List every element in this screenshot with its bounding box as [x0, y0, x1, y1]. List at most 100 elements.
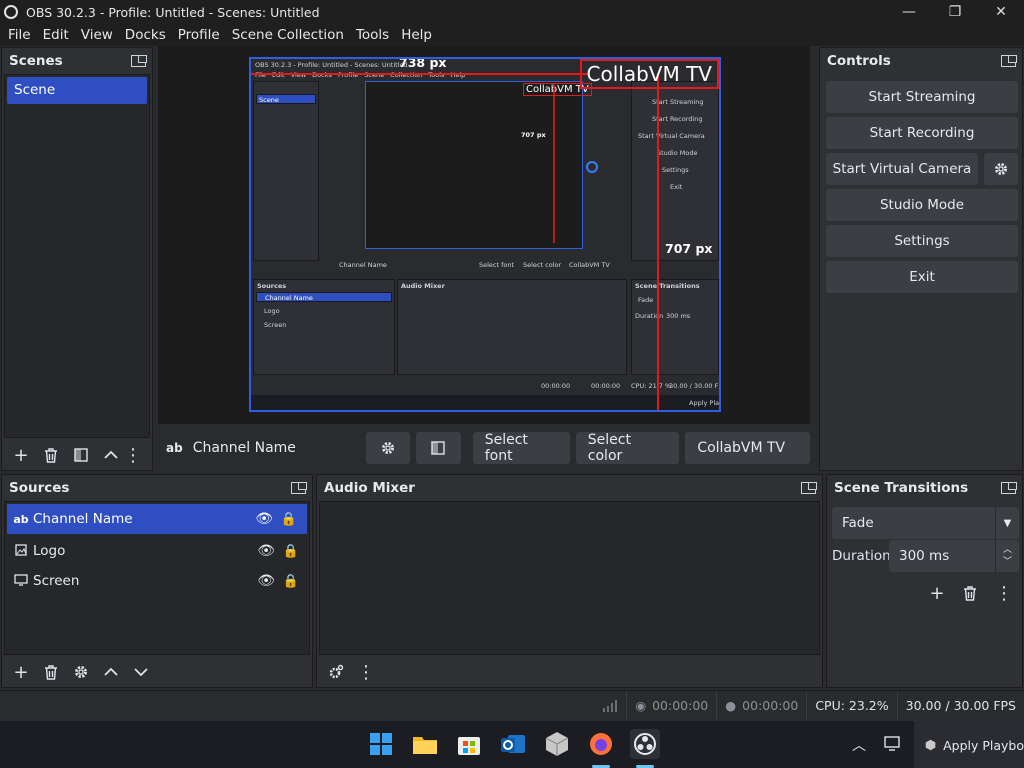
- nested-screen: [365, 81, 583, 249]
- select-font-button[interactable]: Select font: [472, 432, 570, 464]
- source-row-screen[interactable]: Screen 👁 🔒: [5, 566, 309, 596]
- preview-canvas[interactable]: OBS 30.2.3 - Profile: Untitled - Scenes:…: [249, 57, 721, 412]
- scenes-toolbar: + ⋮: [2, 440, 152, 470]
- undock-icon[interactable]: [801, 481, 817, 494]
- move-up-icon[interactable]: [96, 440, 126, 470]
- cpu-usage: CPU: 23.2%: [806, 690, 896, 721]
- start-virtual-camera-button[interactable]: Start Virtual Camera: [826, 153, 978, 185]
- gear-icon: [381, 442, 394, 454]
- status-bar: ◉ 00:00:00 ● 00:00:00 CPU: 23.2% 30.00 /…: [0, 690, 1024, 721]
- add-transition-icon[interactable]: +: [922, 578, 952, 608]
- nested-transitions-dock: Scene Transitions Fade Duration 300 ms: [631, 279, 719, 375]
- menu-docks[interactable]: Docks: [119, 24, 172, 46]
- selected-source-name: Channel Name: [192, 440, 296, 456]
- nested-sources-dock: Sources Channel Name Logo Screen: [253, 279, 395, 375]
- properties-bar: ab Channel Name Select font Select color…: [158, 426, 810, 470]
- more-icon[interactable]: ⋮: [351, 657, 381, 687]
- text-source-icon: ab: [166, 441, 183, 455]
- source-row-channel-name[interactable]: ab Channel Name 👁 🔒: [7, 504, 307, 534]
- add-icon[interactable]: +: [6, 440, 36, 470]
- settings-button[interactable]: Settings: [826, 225, 1018, 257]
- sources-dock: Sources ab Channel Name 👁 🔒 Logo 👁 🔒 Scr…: [1, 474, 313, 688]
- lock-icon[interactable]: 🔒: [283, 544, 299, 559]
- lock-icon[interactable]: 🔒: [283, 574, 299, 589]
- sources-list: ab Channel Name 👁 🔒 Logo 👁 🔒 Screen 👁 🔒: [4, 501, 310, 655]
- source-name: Logo: [33, 543, 66, 559]
- undock-icon[interactable]: [1001, 54, 1017, 67]
- more-icon[interactable]: ⋮: [989, 578, 1019, 608]
- stream-time: 00:00:00: [652, 698, 709, 713]
- menu-scene-collection[interactable]: Scene Collection: [226, 24, 350, 46]
- scene-item[interactable]: Scene: [7, 77, 147, 104]
- height-dimension-label: 707 px: [665, 241, 713, 256]
- properties-gear-button[interactable]: [365, 432, 411, 464]
- nested-controls-dock: Start Streaming Start Recording Start Vi…: [631, 81, 719, 261]
- collabvm-tv-overlay[interactable]: CollabVM TV: [579, 59, 719, 89]
- menu-edit[interactable]: Edit: [37, 24, 75, 46]
- duration-spinbox[interactable]: 300 ms ︿ ﹀: [889, 540, 1019, 572]
- menu-view[interactable]: View: [75, 24, 119, 46]
- exit-button[interactable]: Exit: [826, 261, 1018, 293]
- start-recording-button[interactable]: Start Recording: [826, 117, 1018, 149]
- source-row-logo[interactable]: Logo 👁 🔒: [5, 536, 309, 566]
- window-controls: — ❐ ✕: [886, 0, 1024, 24]
- virtual-camera-settings-button[interactable]: [984, 153, 1018, 185]
- virtualbox-cube-icon: [925, 739, 936, 751]
- undock-icon[interactable]: [291, 481, 307, 494]
- main-area: Scenes Scene + ⋮ OBS 30.2.3 - Profile: U…: [0, 46, 1024, 690]
- virtualbox-cube-icon[interactable]: [542, 729, 572, 759]
- text-value-field[interactable]: CollabVM TV: [685, 432, 810, 464]
- trash-icon[interactable]: [36, 657, 66, 687]
- menu-help[interactable]: Help: [395, 24, 438, 46]
- move-up-icon[interactable]: [96, 657, 126, 687]
- select-color-button[interactable]: Select color: [575, 432, 680, 464]
- firefox-icon[interactable]: [586, 729, 616, 759]
- nested-select-font: Select font: [479, 261, 515, 269]
- minimize-button[interactable]: —: [886, 0, 932, 24]
- microsoft-store-icon[interactable]: [454, 729, 484, 759]
- tray-notification[interactable]: Apply Playbo: [914, 721, 1024, 768]
- add-icon[interactable]: +: [6, 657, 36, 687]
- stream-status: ◉ 00:00:00: [626, 690, 716, 721]
- outlook-icon[interactable]: [498, 729, 528, 759]
- windows-start-icon[interactable]: [366, 729, 396, 759]
- trash-icon[interactable]: [955, 578, 985, 608]
- transition-select[interactable]: Fade ▼: [832, 507, 1019, 539]
- record-time: 00:00:00: [742, 698, 799, 713]
- chevron-up-icon[interactable]: ︿: [852, 735, 866, 755]
- obs-taskbar-icon[interactable]: [630, 729, 660, 759]
- start-streaming-button[interactable]: Start Streaming: [826, 81, 1018, 113]
- filters-icon[interactable]: [66, 440, 96, 470]
- more-icon[interactable]: ⋮: [124, 440, 142, 470]
- nested-mixer-dock: Audio Mixer: [397, 279, 627, 375]
- network-display-icon[interactable]: [884, 735, 904, 757]
- menu-profile[interactable]: Profile: [172, 24, 226, 46]
- scenes-list: Scene: [4, 74, 150, 438]
- undock-icon[interactable]: [131, 54, 147, 67]
- cursor-highlight-icon: [586, 161, 598, 173]
- maximize-button[interactable]: ❐: [932, 0, 978, 24]
- filters-button[interactable]: [416, 432, 461, 464]
- advanced-audio-settings-icon[interactable]: [321, 657, 351, 687]
- visibility-eye-icon[interactable]: 👁: [257, 543, 275, 559]
- trash-icon[interactable]: [36, 440, 66, 470]
- scene-transitions-title: Scene Transitions: [834, 480, 969, 496]
- menu-file[interactable]: File: [2, 24, 37, 46]
- lock-icon[interactable]: 🔒: [281, 512, 297, 527]
- record-status: ● 00:00:00: [716, 690, 806, 721]
- gear-icon[interactable]: [66, 657, 96, 687]
- visibility-eye-icon[interactable]: 👁: [255, 511, 273, 527]
- stream-icon: ◉: [635, 698, 647, 713]
- nested-scenes-dock: Scene: [253, 81, 319, 261]
- studio-mode-button[interactable]: Studio Mode: [826, 189, 1018, 221]
- file-explorer-icon[interactable]: [410, 729, 440, 759]
- image-icon: [13, 543, 29, 559]
- move-down-icon[interactable]: [126, 657, 156, 687]
- undock-icon[interactable]: [1001, 481, 1017, 494]
- close-button[interactable]: ✕: [978, 0, 1024, 24]
- spin-arrows-icon[interactable]: ︿ ﹀: [995, 540, 1019, 572]
- menu-tools[interactable]: Tools: [350, 24, 395, 46]
- visibility-eye-icon[interactable]: 👁: [257, 573, 275, 589]
- nested-status-fps: 30.00 / 30.00 FPS: [669, 382, 721, 390]
- obs-logo-icon: [4, 5, 18, 19]
